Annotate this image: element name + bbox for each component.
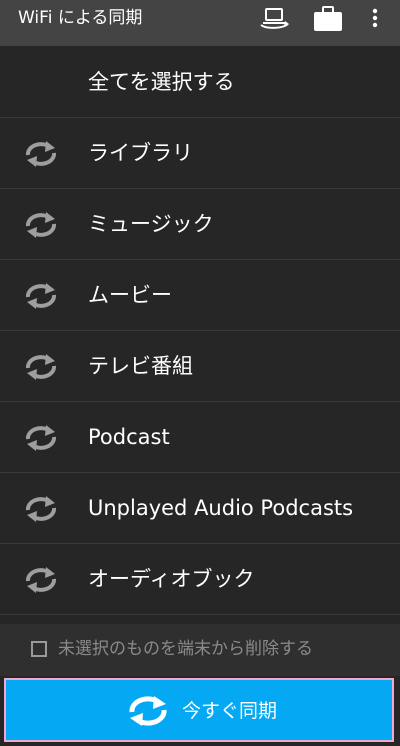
list-item-audiobooks[interactable]: オーディオブック xyxy=(0,544,400,615)
select-all-label: 全てを選択する xyxy=(88,70,235,94)
sync-icon xyxy=(25,283,57,309)
delete-unselected-label: 未選択のものを端末から削除する xyxy=(58,639,313,659)
sync-icon xyxy=(25,496,57,522)
top-app-bar: WiFi による同期 xyxy=(0,0,400,46)
list-item-music[interactable]: ミュージック xyxy=(0,189,400,260)
list-item-label: ミュージック xyxy=(88,212,214,236)
sync-now-label: 今すぐ同期 xyxy=(182,700,278,722)
sync-icon xyxy=(25,212,57,238)
list-item-label: オーディオブック xyxy=(88,567,255,591)
sync-icon xyxy=(25,567,57,593)
sync-category-list: 全てを選択する ライブラリ ミュージック ムービー テレビ番組 Podcast … xyxy=(0,46,400,615)
list-item-label: ムービー xyxy=(88,283,172,307)
briefcase-icon[interactable] xyxy=(313,4,343,32)
list-item-label: Unplayed Audio Podcasts xyxy=(88,496,354,520)
sync-icon xyxy=(25,354,57,380)
list-item-label: Podcast xyxy=(88,425,170,449)
select-all-row[interactable]: 全てを選択する xyxy=(0,46,400,118)
sync-icon xyxy=(25,425,57,451)
list-item-movies[interactable]: ムービー xyxy=(0,260,400,331)
sync-icon xyxy=(129,696,167,726)
delete-unselected-checkbox[interactable] xyxy=(31,641,47,657)
delete-unselected-option[interactable]: 未選択のものを端末から削除する xyxy=(0,624,400,676)
overflow-menu-icon[interactable] xyxy=(368,4,382,32)
page-title: WiFi による同期 xyxy=(18,8,143,28)
list-item-podcast[interactable]: Podcast xyxy=(0,402,400,473)
sync-now-button[interactable]: 今すぐ同期 xyxy=(4,678,394,742)
list-item-tv-shows[interactable]: テレビ番組 xyxy=(0,331,400,402)
sync-icon xyxy=(25,141,57,167)
list-item-label: ライブラリ xyxy=(88,141,193,165)
list-item-unplayed-audio-podcasts[interactable]: Unplayed Audio Podcasts xyxy=(0,473,400,544)
list-item-label: テレビ番組 xyxy=(88,354,193,378)
list-item-library[interactable]: ライブラリ xyxy=(0,118,400,189)
laptop-sync-icon[interactable] xyxy=(258,4,292,32)
